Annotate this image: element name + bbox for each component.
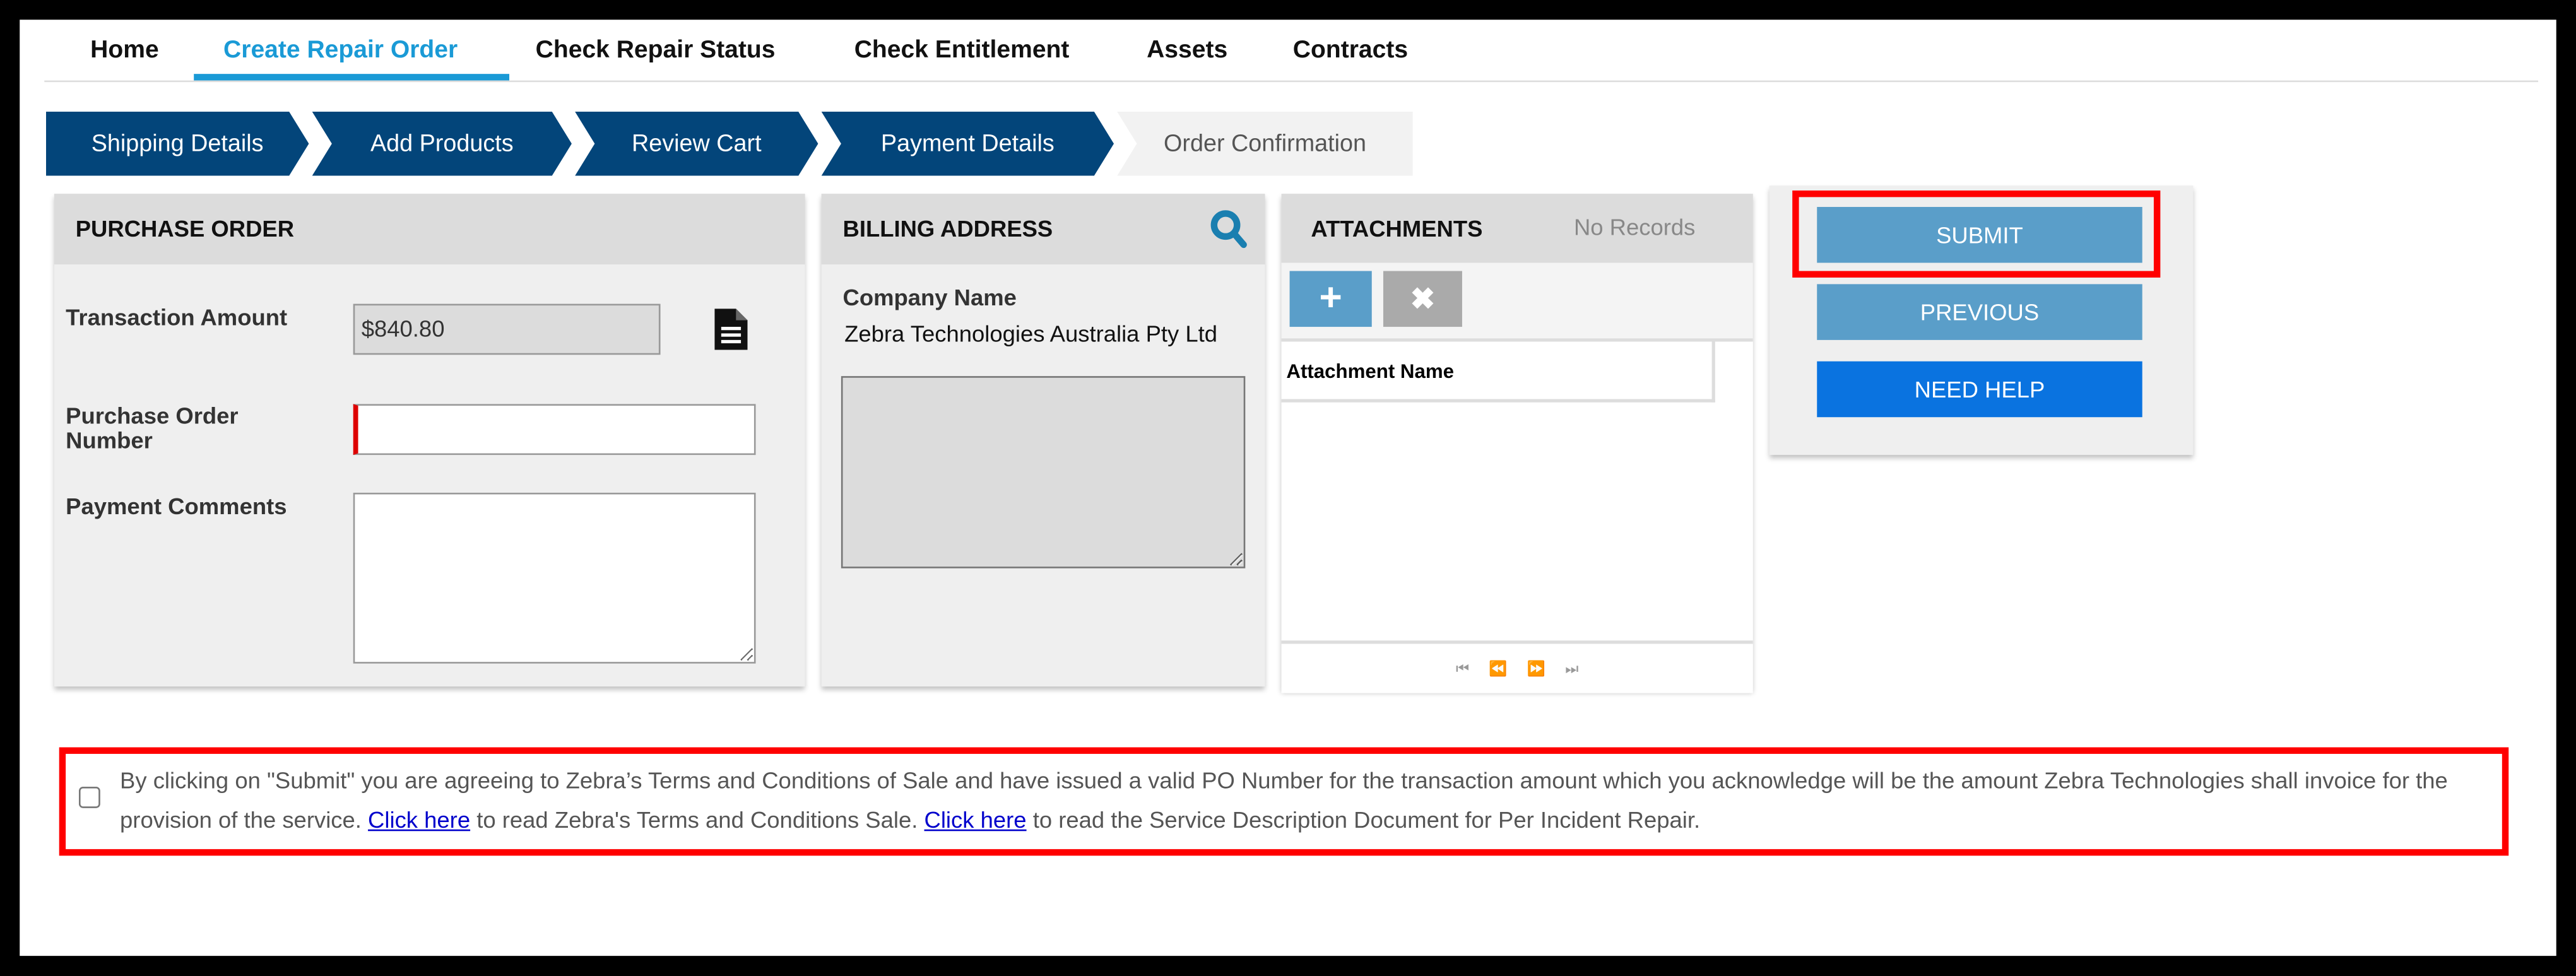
need-help-button[interactable]: NEED HELP	[1817, 361, 2142, 418]
billing-address-panel: BILLING ADDRESS Company Name Zebra Techn…	[821, 194, 1265, 687]
last-page-icon[interactable]: ⏭	[1565, 659, 1578, 678]
nav-check-entitlement[interactable]: Check Entitlement	[854, 36, 1070, 64]
panel-title: ATTACHMENTS	[1311, 215, 1483, 242]
first-page-icon[interactable]: ⏮	[1456, 659, 1469, 678]
records-status: No Records	[1573, 213, 1696, 240]
submit-button[interactable]: SUBMIT	[1817, 207, 2142, 263]
column-header-attachment-name[interactable]: Attachment Name	[1281, 341, 1715, 403]
document-icon[interactable]	[713, 307, 749, 351]
po-number-input[interactable]	[353, 404, 756, 456]
remove-attachment-button[interactable]: ✖	[1383, 271, 1462, 327]
nav-assets[interactable]: Assets	[1147, 36, 1227, 64]
po-number-label: Purchase Order Number	[66, 402, 239, 454]
transaction-amount-field: $840.80	[353, 303, 661, 355]
step-payment-details[interactable]: Payment Details	[822, 112, 1114, 176]
prev-page-icon[interactable]: ⏪	[1489, 659, 1507, 678]
nav-check-repair-status[interactable]: Check Repair Status	[536, 36, 776, 64]
close-icon: ✖	[1410, 281, 1436, 315]
company-name-label: Company Name	[842, 284, 1017, 311]
panel-header: ATTACHMENTS No Records	[1281, 194, 1753, 263]
next-page-icon[interactable]: ⏩	[1527, 659, 1545, 678]
panel-header: BILLING ADDRESS	[821, 194, 1265, 265]
panel-title: PURCHASE ORDER	[75, 215, 295, 242]
plus-icon: +	[1319, 276, 1342, 320]
nav-create-repair-order[interactable]: Create Repair Order	[223, 36, 458, 64]
attachments-grid: Attachment Name	[1281, 338, 1753, 642]
step-label: Order Confirmation	[1164, 130, 1367, 157]
nav-contracts[interactable]: Contracts	[1293, 36, 1408, 64]
step-shipping-details[interactable]: Shipping Details	[46, 112, 309, 176]
add-attachment-button[interactable]: +	[1289, 271, 1372, 327]
step-label: Payment Details	[880, 130, 1055, 157]
pager: ⏮ ⏪ ⏩ ⏭	[1281, 640, 1753, 693]
panel-header: PURCHASE ORDER	[54, 194, 805, 265]
billing-address-textarea[interactable]	[841, 376, 1246, 568]
terms-text-part: to read the Service Description Document…	[1026, 806, 1701, 833]
company-name-value: Zebra Technologies Australia Pty Ltd	[844, 320, 1218, 347]
service-description-link[interactable]: Click here	[925, 806, 1027, 833]
payment-comments-label: Payment Comments	[66, 492, 287, 519]
purchase-order-panel: PURCHASE ORDER Transaction Amount $840.8…	[54, 194, 805, 687]
active-tab-indicator	[194, 74, 510, 81]
nav-home[interactable]: Home	[90, 36, 159, 64]
step-label: Review Cart	[632, 130, 762, 157]
search-icon[interactable]	[1209, 209, 1248, 252]
terms-text: By clicking on "Submit" you are agreeing…	[120, 760, 2494, 839]
payment-comments-textarea[interactable]	[353, 492, 756, 664]
transaction-amount-label: Transaction Amount	[66, 303, 288, 331]
step-order-confirmation: Order Confirmation	[1117, 112, 1413, 176]
step-label: Shipping Details	[91, 130, 264, 157]
previous-button[interactable]: PREVIOUS	[1817, 284, 2142, 340]
terms-text-part: to read Zebra's Terms and Conditions Sal…	[470, 806, 925, 833]
nav-divider	[44, 80, 2539, 83]
step-label: Add Products	[370, 130, 514, 157]
step-review-cart[interactable]: Review Cart	[575, 112, 818, 176]
attachments-panel: ATTACHMENTS No Records + ✖ Attachment Na…	[1281, 194, 1753, 693]
step-add-products[interactable]: Add Products	[312, 112, 572, 176]
terms-checkbox[interactable]	[78, 786, 100, 808]
panel-title: BILLING ADDRESS	[842, 215, 1053, 242]
terms-conditions-link[interactable]: Click here	[368, 806, 470, 833]
